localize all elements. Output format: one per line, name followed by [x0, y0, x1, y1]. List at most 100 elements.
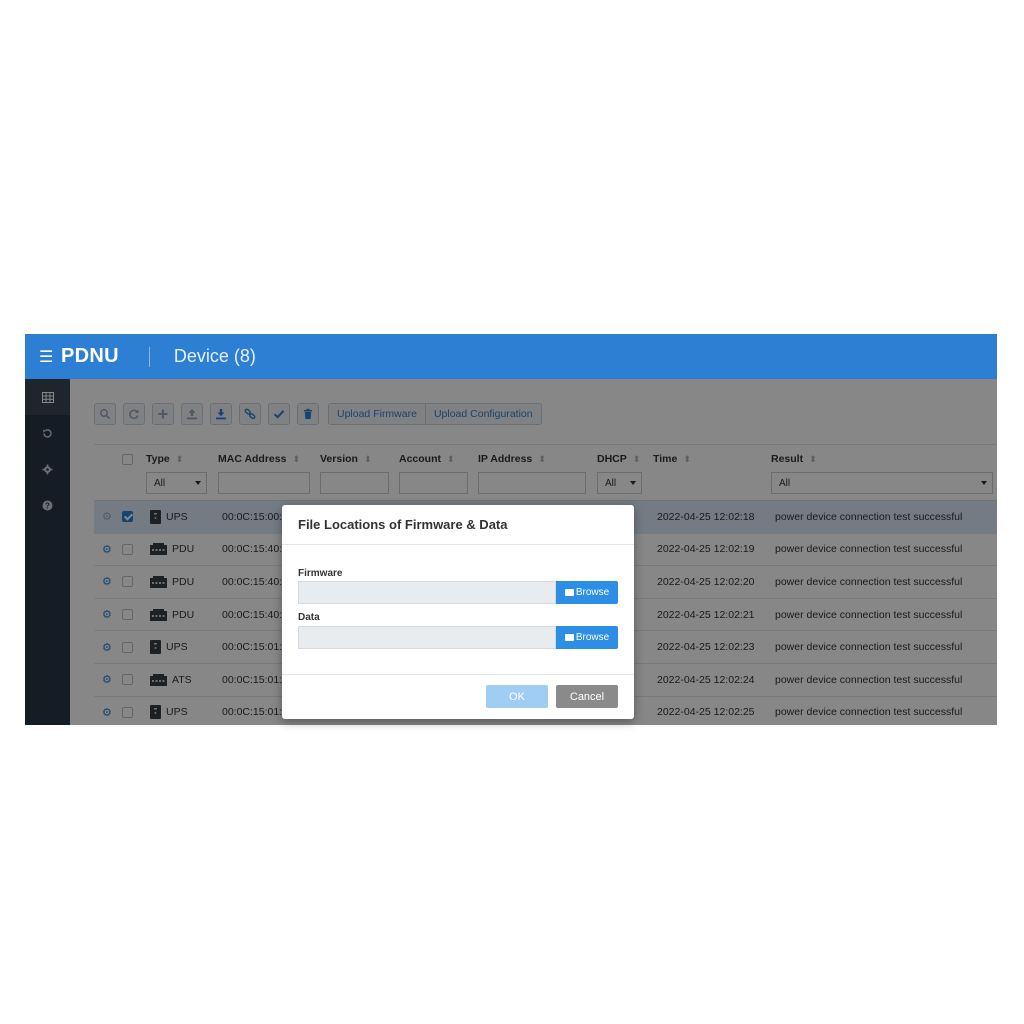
select-all-checkbox[interactable]	[122, 454, 133, 465]
row-checkbox[interactable]	[122, 641, 133, 653]
cancel-button[interactable]: Cancel	[556, 685, 618, 708]
cell-type: UPS	[166, 510, 188, 523]
column-header-ip[interactable]: IP Address ⬍	[478, 453, 546, 465]
cell-time: 2022-04-25 12:02:24	[657, 673, 755, 686]
gear-icon[interactable]: ⚙	[102, 608, 112, 621]
column-header-mac[interactable]: MAC Address ⬍	[218, 453, 300, 465]
ups-device-icon	[150, 640, 161, 655]
cell-result: power device connection test successful	[775, 543, 963, 556]
gear-icon[interactable]: ⚙	[102, 510, 112, 523]
header-divider	[148, 346, 150, 367]
cell-result: power device connection test successful	[775, 608, 963, 621]
firmware-label: Firmware	[298, 568, 343, 579]
type-filter-select[interactable]: All	[146, 472, 207, 494]
ups-device-icon	[150, 705, 161, 720]
cell-mac: 00:0C:15:40:	[222, 608, 283, 621]
refresh-button[interactable]	[123, 403, 145, 425]
column-label-mac: MAC Address	[218, 453, 287, 465]
column-header-version[interactable]: Version ⬍	[320, 453, 371, 465]
firmware-path-field[interactable]	[298, 581, 556, 604]
row-checkbox[interactable]	[122, 674, 133, 686]
firmware-browse-button[interactable]: Browse	[556, 581, 618, 604]
search-button[interactable]	[94, 403, 116, 425]
upload-firmware-button[interactable]: Upload Firmware	[329, 404, 425, 424]
add-icon	[158, 409, 168, 419]
data-path-field[interactable]	[298, 626, 556, 649]
brand-logo: PDNU	[61, 345, 119, 367]
cell-mac: 00:0C:15:00:	[222, 510, 283, 523]
menu-icon[interactable]: ☰	[39, 347, 53, 367]
upload-button-group: Upload Firmware Upload Configuration	[328, 403, 542, 425]
chevron-down-icon	[195, 481, 201, 485]
delete-icon	[304, 408, 312, 419]
column-header-time[interactable]: Time ⬍	[653, 453, 691, 465]
folder-icon	[564, 589, 574, 596]
column-header-result[interactable]: Result ⬍	[771, 453, 817, 465]
upload-configuration-button[interactable]: Upload Configuration	[424, 404, 541, 424]
dialog-title: File Locations of Firmware & Data	[298, 517, 508, 532]
ip-filter-input[interactable]	[478, 472, 586, 494]
cell-time: 2022-04-25 12:02:18	[657, 510, 755, 523]
sidebar-item-devices[interactable]	[25, 379, 70, 415]
ats-device-icon	[150, 673, 167, 686]
divider	[282, 674, 634, 675]
sidebar-item-history[interactable]	[25, 415, 70, 451]
dhcp-filter-select[interactable]: All	[597, 472, 642, 494]
sidebar-item-help[interactable]: ?	[25, 487, 70, 523]
cell-mac: 00:0C:15:40:	[222, 543, 283, 556]
row-checkbox[interactable]	[122, 543, 133, 555]
ups-device-icon	[150, 509, 161, 524]
column-label-time: Time	[653, 453, 678, 465]
data-browse-button[interactable]: Browse	[556, 626, 618, 649]
sidebar-item-settings[interactable]	[25, 451, 70, 487]
gear-icon[interactable]: ⚙	[102, 641, 112, 654]
sort-icon: ⬍	[292, 454, 301, 464]
add-button[interactable]	[152, 403, 174, 425]
result-filter-select[interactable]: All	[771, 472, 993, 494]
sort-icon: ⬍	[683, 454, 691, 464]
file-locations-dialog: File Locations of Firmware & Data Firmwa…	[282, 505, 634, 719]
cell-time: 2022-04-25 12:02:23	[657, 641, 755, 654]
row-checkbox[interactable]	[122, 511, 133, 523]
mac-filter-input[interactable]	[218, 472, 310, 494]
link-icon	[244, 408, 256, 420]
gear-icon[interactable]: ⚙	[102, 543, 112, 556]
cell-type: ATS	[172, 673, 192, 686]
sort-icon: ⬍	[632, 454, 641, 464]
column-header-dhcp[interactable]: DHCP ⬍	[597, 453, 640, 465]
pdu-device-icon	[150, 608, 167, 621]
svg-text:?: ?	[45, 501, 50, 510]
gear-icon[interactable]: ⚙	[102, 575, 112, 588]
version-filter-input[interactable]	[320, 472, 389, 494]
column-label-account: Account	[399, 453, 441, 465]
row-checkbox[interactable]	[122, 706, 133, 718]
sort-icon: ⬍	[447, 454, 455, 464]
cell-result: power device connection test successful	[775, 510, 963, 523]
download-button[interactable]	[210, 403, 232, 425]
chevron-down-icon	[630, 481, 636, 485]
cell-mac: 00:0C:15:40:	[222, 575, 283, 588]
cell-time: 2022-04-25 12:02:21	[657, 608, 755, 621]
devices-icon	[41, 391, 54, 403]
delete-button[interactable]	[297, 403, 319, 425]
column-label-ip: IP Address	[478, 453, 533, 465]
link-button[interactable]	[239, 403, 261, 425]
ok-button[interactable]: OK	[486, 685, 548, 708]
history-icon	[43, 428, 52, 438]
check-icon	[273, 410, 285, 419]
gear-icon[interactable]: ⚙	[102, 673, 112, 686]
download-icon	[216, 409, 226, 420]
upload-button[interactable]	[181, 403, 203, 425]
column-label-type: Type	[146, 453, 170, 465]
account-filter-input[interactable]	[399, 472, 468, 494]
column-header-account[interactable]: Account ⬍	[399, 453, 455, 465]
divider	[282, 544, 634, 545]
gear-icon[interactable]: ⚙	[102, 706, 112, 719]
column-header-type[interactable]: Type ⬍	[146, 453, 183, 465]
row-checkbox[interactable]	[122, 576, 133, 588]
check-button[interactable]	[268, 403, 290, 425]
refresh-icon	[129, 409, 139, 420]
sort-icon: ⬍	[175, 454, 184, 464]
row-checkbox[interactable]	[122, 609, 133, 621]
search-icon	[100, 409, 111, 420]
